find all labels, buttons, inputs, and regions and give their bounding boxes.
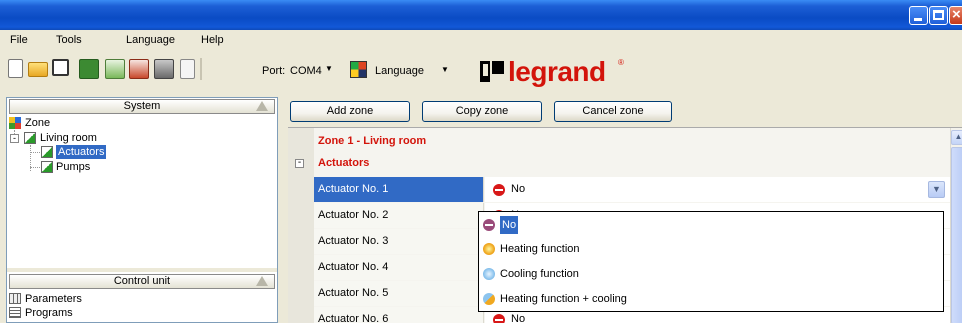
expander-minus-icon[interactable]: - [10, 134, 19, 143]
control-item-programs[interactable]: Programs [25, 306, 73, 320]
collapse-arrow-icon[interactable] [256, 101, 268, 111]
scroll-thumb[interactable] [951, 147, 962, 323]
section-actuators: Actuators [318, 157, 370, 169]
menu-language[interactable]: Language [126, 34, 175, 46]
page-icon[interactable] [180, 59, 195, 79]
grid-gutter [288, 128, 314, 323]
minimize-button[interactable] [909, 6, 928, 25]
menu-bar: File Tools Language Help [0, 30, 962, 50]
left-panel: System Zone - Living room Actuators Pump… [6, 97, 278, 323]
row-value[interactable]: No [485, 177, 955, 202]
panel-splitter[interactable] [7, 268, 277, 272]
pump-icon [41, 161, 53, 173]
tree-item-zone[interactable]: Zone [25, 116, 50, 130]
chevron-down-icon: ▼ [325, 64, 333, 73]
room-icon [24, 132, 36, 144]
actuator-icon [41, 146, 53, 158]
chevron-down-icon: ▼ [932, 184, 941, 194]
zone-icon [9, 117, 21, 129]
snowflake-icon [483, 268, 495, 280]
row-value-text: No [511, 183, 526, 195]
maximize-button[interactable] [929, 6, 948, 25]
cancel-zone-button[interactable]: Cancel zone [554, 101, 672, 122]
menu-tools[interactable]: Tools [56, 34, 82, 46]
port-select[interactable]: COM4 ▼ [288, 63, 334, 80]
export-icon[interactable] [129, 59, 149, 79]
scroll-up-button[interactable]: ▲ [951, 130, 962, 145]
actuator-dropdown-list: No Heating function Cooling function Hea… [478, 211, 944, 312]
control-header-label: Control unit [113, 275, 171, 287]
zone-title: Zone 1 - Living room [318, 135, 427, 147]
language-flag-icon[interactable] [350, 61, 367, 78]
control-item-parameters[interactable]: Parameters [25, 292, 82, 306]
dropdown-option-label: Cooling function [500, 268, 579, 280]
row-name[interactable]: Actuator No. 2 [314, 203, 484, 228]
row-name[interactable]: Actuator No. 6 [314, 307, 484, 323]
control-unit-panel-header[interactable]: Control unit [9, 274, 275, 289]
zone-button-bar: Add zone Copy zone Cancel zone [284, 97, 962, 125]
add-zone-button[interactable]: Add zone [290, 101, 410, 122]
collapse-minus-icon[interactable]: - [295, 158, 304, 168]
legrand-logo-text: legrand [508, 56, 606, 87]
check-icon[interactable] [79, 59, 99, 79]
legrand-logo-icon [480, 61, 504, 82]
collapse-arrow-icon[interactable] [256, 276, 268, 286]
port-label: Port: [262, 65, 286, 77]
tool-icon[interactable] [154, 59, 174, 79]
chevron-down-icon[interactable]: ▼ [441, 65, 449, 74]
system-header-label: System [123, 100, 161, 112]
close-icon: × [952, 6, 961, 23]
copy-zone-button[interactable]: Copy zone [422, 101, 542, 122]
language-label[interactable]: Language [375, 65, 424, 77]
row-name[interactable]: Actuator No. 1 [314, 177, 484, 202]
parameters-icon [9, 293, 21, 304]
maximize-icon [933, 10, 944, 20]
tree-item-living-room[interactable]: Living room [40, 131, 97, 145]
row-name[interactable]: Actuator No. 5 [314, 281, 484, 306]
row-name[interactable]: Actuator No. 4 [314, 255, 484, 280]
system-panel-header[interactable]: System [9, 99, 275, 114]
save-icon[interactable] [52, 59, 69, 76]
minimize-icon [914, 18, 922, 21]
row-name[interactable]: Actuator No. 3 [314, 229, 484, 254]
toolbar-separator [200, 58, 202, 80]
close-button[interactable]: × [949, 6, 962, 25]
dropdown-option-label: Heating function [500, 243, 580, 255]
dropdown-option-label: No [500, 216, 519, 234]
port-value: COM4 [290, 65, 322, 77]
stop-icon [493, 314, 505, 323]
import-icon[interactable] [105, 59, 125, 79]
sun-snowflake-icon [483, 293, 495, 305]
dropdown-option-label: Heating function + cooling [500, 293, 627, 305]
menu-help[interactable]: Help [201, 34, 224, 46]
menu-file[interactable]: File [10, 34, 28, 46]
toolbar: Port: COM4 ▼ Language ▼ legrand ® [0, 50, 962, 94]
open-folder-icon[interactable] [28, 62, 48, 77]
vertical-scrollbar[interactable]: ▲ [950, 128, 962, 323]
tree-item-actuators[interactable]: Actuators [56, 145, 107, 159]
dropdown-toggle-button[interactable]: ▼ [928, 181, 945, 198]
programs-icon [9, 307, 21, 318]
stop-icon [483, 219, 495, 231]
tree-item-pumps[interactable]: Pumps [56, 160, 90, 174]
new-document-icon[interactable] [8, 59, 23, 78]
title-bar: × [0, 0, 962, 30]
stop-icon [493, 184, 505, 196]
sun-icon [483, 243, 495, 255]
registered-mark: ® [618, 58, 624, 67]
row-value-text: No [511, 313, 526, 323]
